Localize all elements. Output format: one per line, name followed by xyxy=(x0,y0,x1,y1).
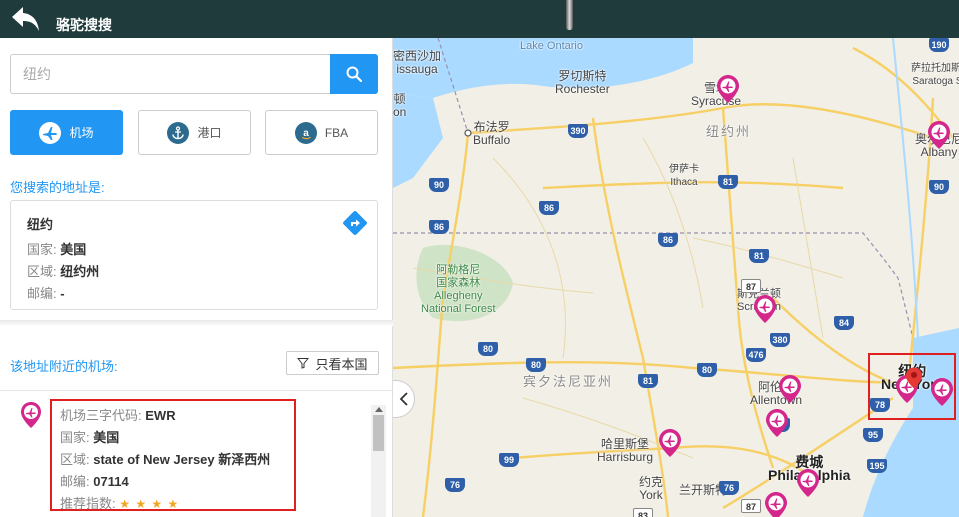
nearby-airports-heading: 该地址附近的机场: xyxy=(10,359,118,374)
map-label-mississauga: 密西沙加 issauga xyxy=(393,49,442,76)
address-name: 纽约 xyxy=(27,217,54,232)
map-label-ithaca: 伊萨卡 Ithaca xyxy=(669,164,699,188)
map-label-york: 约克 York xyxy=(639,475,664,502)
airport-country-row: 国家: 美国 xyxy=(60,430,120,445)
map-label-pa-state: 宾夕法尼亚州 xyxy=(523,374,614,389)
map-label-ny-state: 纽约州 xyxy=(706,124,752,139)
highway-shield: 87 xyxy=(741,499,761,513)
map-label-buffalo: 布法罗 Buffalo xyxy=(473,120,511,147)
highway-shield: 86 xyxy=(539,201,559,215)
highway-shield: 84 xyxy=(834,316,854,330)
filter-icon xyxy=(297,358,310,369)
tab-airport[interactable]: 机场 xyxy=(10,110,123,155)
highway-shield: 76 xyxy=(445,478,465,492)
results-scrollbar[interactable] xyxy=(371,405,386,517)
highway-shield: 81 xyxy=(718,175,738,189)
airplane-icon xyxy=(39,121,62,144)
highway-shield: 99 xyxy=(499,453,519,467)
tab-port-label: 港口 xyxy=(197,126,222,140)
highway-shield: 390 xyxy=(568,124,588,138)
airport-country: 美国 xyxy=(93,430,120,445)
highway-shield: 80 xyxy=(697,363,717,377)
highway-shield: 476 xyxy=(746,348,766,362)
address-country-row: 国家: 美国 xyxy=(27,242,87,257)
search-icon xyxy=(346,66,362,82)
category-tabs: 机场 港口 a FBA xyxy=(10,110,378,156)
highway-shield: 81 xyxy=(638,374,658,388)
highway-shield: 83 xyxy=(633,508,653,517)
map-label-hamilton: 顿 on xyxy=(393,92,407,119)
highway-shield: 380 xyxy=(770,333,790,347)
airport-pin-icon[interactable] xyxy=(796,468,820,498)
highway-shield: 87 xyxy=(741,279,761,293)
address-region: 纽约州 xyxy=(60,264,100,279)
airport-postal: 07114 xyxy=(93,474,129,489)
searched-address-heading: 您搜索的地址是: xyxy=(10,180,105,195)
tab-fba[interactable]: a FBA xyxy=(265,110,378,155)
scroll-up-arrow-icon[interactable] xyxy=(375,407,383,412)
highway-shield: 95 xyxy=(863,428,883,442)
map-view[interactable]: Lake Ontario 密西沙加 issauga 顿 on 罗切斯特 Rochest… xyxy=(393,38,959,517)
search-input[interactable] xyxy=(10,54,330,94)
airport-postal-row: 邮编: 07114 xyxy=(60,474,129,489)
back-arrow-icon[interactable] xyxy=(10,5,42,33)
airport-region: state of New Jersey 新泽西州 xyxy=(93,452,271,467)
scrollbar-thumb[interactable] xyxy=(373,415,384,451)
airport-pin-icon[interactable] xyxy=(764,491,788,517)
airport-pin-icon[interactable] xyxy=(778,374,802,404)
directions-icon[interactable] xyxy=(342,210,368,236)
map-label-harrisburg: 哈里斯堡 Harrisburg xyxy=(597,437,654,464)
airport-pin-icon[interactable] xyxy=(927,120,951,150)
map-label-saratoga: 萨拉托加斯普林斯Saratoga Springs xyxy=(911,63,959,87)
search-bar xyxy=(10,54,378,94)
airport-pin-icon[interactable] xyxy=(658,428,682,458)
address-card: 纽约 国家: 美国 区域: 纽约州 邮编: - xyxy=(10,200,378,310)
highway-shield: 81 xyxy=(749,249,769,263)
airport-code-row: 机场三字代码: EWR xyxy=(60,408,176,423)
address-postal-row: 邮编: - xyxy=(27,286,65,301)
list-item[interactable]: 机场三字代码: EWR 国家: 美国 区域: state of New Jers… xyxy=(50,399,296,511)
address-region-row: 区域: 纽约州 xyxy=(27,264,100,279)
section-divider xyxy=(0,320,393,326)
airport-pin-icon[interactable] xyxy=(716,74,740,104)
airport-rating-row: 推荐指数: ★ ★ ★ ★ xyxy=(60,496,180,511)
airport-pin-icon[interactable] xyxy=(753,294,777,324)
airport-pin-icon xyxy=(21,402,41,428)
address-country: 美国 xyxy=(60,242,87,257)
chevron-left-icon xyxy=(399,392,408,406)
tab-airport-label: 机场 xyxy=(69,126,94,140)
tab-fba-label: FBA xyxy=(324,125,349,140)
top-bar: 骆驼搜搜 xyxy=(0,0,959,38)
decorative-pole xyxy=(566,0,573,30)
amazon-icon: a xyxy=(294,121,317,144)
highway-shield: 86 xyxy=(429,220,449,234)
app-title: 骆驼搜搜 xyxy=(56,17,112,33)
map-label-allegheny-forest: 阿勒格尼 国家森林 Allegheny National Forest xyxy=(421,264,496,315)
side-panel: 机场 港口 a FBA 您搜索的地址是: 纽约 国家: 美国 区域: 纽约州 xyxy=(0,38,393,517)
highway-shield: 90 xyxy=(429,178,449,192)
highway-shield: 80 xyxy=(526,358,546,372)
airport-region-row: 区域: state of New Jersey 新泽西州 xyxy=(60,452,271,467)
highway-shield: 90 xyxy=(929,180,949,194)
filter-label: 只看本国 xyxy=(315,356,368,372)
highway-shield: 195 xyxy=(867,459,887,473)
highway-shield: 86 xyxy=(658,233,678,247)
search-button[interactable] xyxy=(330,54,378,94)
airport-pin-icon[interactable] xyxy=(765,408,789,438)
rating-stars: ★ ★ ★ ★ xyxy=(119,497,180,511)
address-postal: - xyxy=(60,286,65,301)
svg-text:a: a xyxy=(303,128,309,139)
map-label-rochester: 罗切斯特 Rochester xyxy=(555,69,610,96)
highway-shield: 80 xyxy=(478,342,498,356)
highway-shield: 76 xyxy=(719,481,739,495)
anchor-icon xyxy=(167,121,190,144)
highway-shield: 190 xyxy=(929,38,949,52)
domestic-only-filter-button[interactable]: 只看本国 xyxy=(286,351,379,375)
airport-results-list: 机场三字代码: EWR 国家: 美国 区域: state of New Jers… xyxy=(0,390,393,517)
tab-port[interactable]: 港口 xyxy=(138,110,251,155)
map-label-lake-ontario: Lake Ontario xyxy=(520,40,583,52)
airport-code: EWR xyxy=(145,408,176,423)
map-highlight-box xyxy=(868,353,956,420)
